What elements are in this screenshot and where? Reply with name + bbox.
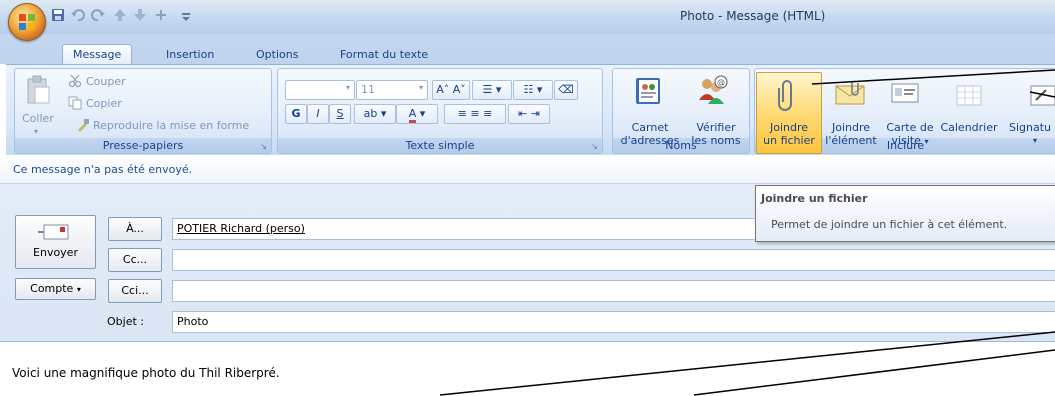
font-size-dropdown[interactable]: 11 ▾: [356, 80, 428, 100]
cut-button[interactable]: Couper: [86, 75, 126, 88]
scissors-icon: [68, 74, 82, 88]
calendar-icon: [956, 85, 982, 106]
dialog-launcher-icon[interactable]: ↘: [259, 142, 268, 151]
copy-icon: [68, 96, 82, 110]
office-logo-icon: [19, 14, 35, 30]
account-button[interactable]: Compte ▾: [15, 278, 96, 300]
undo-icon[interactable]: [70, 7, 86, 23]
attach-file-button[interactable]: Joindre un fichier: [758, 121, 820, 147]
down-arrow-icon[interactable]: [132, 7, 148, 23]
business-card-icon: [891, 83, 919, 103]
underline-button[interactable]: S: [329, 104, 351, 124]
basic-text-group-label: Texte simple ↘: [278, 138, 602, 153]
tab-message[interactable]: Message: [62, 44, 133, 65]
message-body-text: Voici une magnifique photo du Thil Riber…: [12, 366, 280, 380]
font-color-button[interactable]: A ▾: [396, 104, 438, 124]
info-bar-text: Ce message n'a pas été envoyé.: [13, 163, 193, 176]
bcc-button[interactable]: Cci...: [108, 279, 162, 303]
tab-row: [0, 34, 1055, 64]
calendar-button[interactable]: Calendrier: [940, 121, 998, 134]
svg-text:@: @: [717, 78, 725, 87]
cc-button[interactable]: Cc...: [108, 248, 162, 272]
clipboard-group: Presse-papiers ↘: [14, 68, 272, 154]
address-book-button[interactable]: Carnet d'adresses: [614, 121, 686, 147]
subject-field[interactable]: Photo: [172, 311, 1055, 333]
to-recipient[interactable]: POTIER Richard (perso): [177, 222, 305, 235]
copy-button[interactable]: Copier: [86, 97, 122, 110]
bullets-button[interactable]: ☰ ▾: [472, 80, 512, 100]
to-button[interactable]: À...: [108, 217, 162, 241]
subject-label: Objet :: [107, 315, 144, 328]
alignment-buttons[interactable]: ≡ ≡ ≡: [444, 104, 506, 124]
account-dropdown-icon: ▾: [76, 285, 81, 294]
paste-dropdown-icon[interactable]: ▾: [34, 127, 38, 136]
tab-format-du-texte[interactable]: Format du texte: [334, 46, 434, 64]
window-title: Photo - Message (HTML): [680, 9, 826, 23]
format-painter-icon: [78, 119, 89, 132]
check-names-button[interactable]: Vérifier les noms: [686, 121, 746, 147]
paste-button[interactable]: Coller: [22, 112, 54, 125]
check-names-icon: @: [699, 75, 728, 104]
paperclip-icon: [778, 80, 792, 111]
clear-formatting-button[interactable]: ⌫: [554, 80, 578, 100]
format-painter-button[interactable]: Reproduire la mise en forme: [93, 119, 249, 132]
up-arrow-icon[interactable]: [112, 7, 128, 23]
business-card-dropdown-icon: ▾: [924, 137, 929, 146]
customize-qat-icon[interactable]: [178, 7, 194, 23]
bcc-field[interactable]: [172, 280, 1055, 302]
paste-icon[interactable]: [25, 75, 51, 105]
tooltip-title: Joindre un fichier: [761, 192, 868, 205]
font-name-dropdown[interactable]: ▾: [285, 80, 355, 100]
dialog-launcher-icon[interactable]: ↘: [590, 142, 599, 151]
bold-button[interactable]: G: [285, 104, 307, 124]
tab-insertion[interactable]: Insertion: [160, 46, 220, 64]
signature-button[interactable]: Signatu ▾: [1009, 121, 1055, 147]
numbering-button[interactable]: ☷ ▾: [513, 80, 553, 100]
clipboard-group-label: Presse-papiers ↘: [15, 138, 271, 153]
send-envelope-icon: [38, 224, 69, 240]
attach-item-button[interactable]: Joindre l'élément: [822, 121, 880, 147]
send-button[interactable]: Envoyer: [15, 215, 96, 269]
signature-icon: [1030, 85, 1055, 106]
address-book-icon: [636, 78, 660, 104]
italic-button[interactable]: I: [307, 104, 329, 124]
save-icon[interactable]: [50, 7, 66, 23]
indent-buttons[interactable]: ⇤ ⇥: [508, 104, 550, 124]
grow-shrink-font-button[interactable]: A˄ A˅: [432, 80, 470, 100]
tooltip-description: Permet de joindre un fichier à cet éléme…: [771, 218, 1008, 231]
redo-icon[interactable]: [90, 7, 106, 23]
office-button[interactable]: [8, 3, 46, 41]
business-card-button[interactable]: Carte de visite ▾: [880, 121, 940, 148]
cc-field[interactable]: [172, 249, 1055, 271]
options-icon[interactable]: [153, 7, 169, 23]
attach-item-icon: [835, 81, 865, 105]
highlight-button[interactable]: ab ▾: [354, 104, 396, 124]
tab-options[interactable]: Options: [250, 46, 304, 64]
